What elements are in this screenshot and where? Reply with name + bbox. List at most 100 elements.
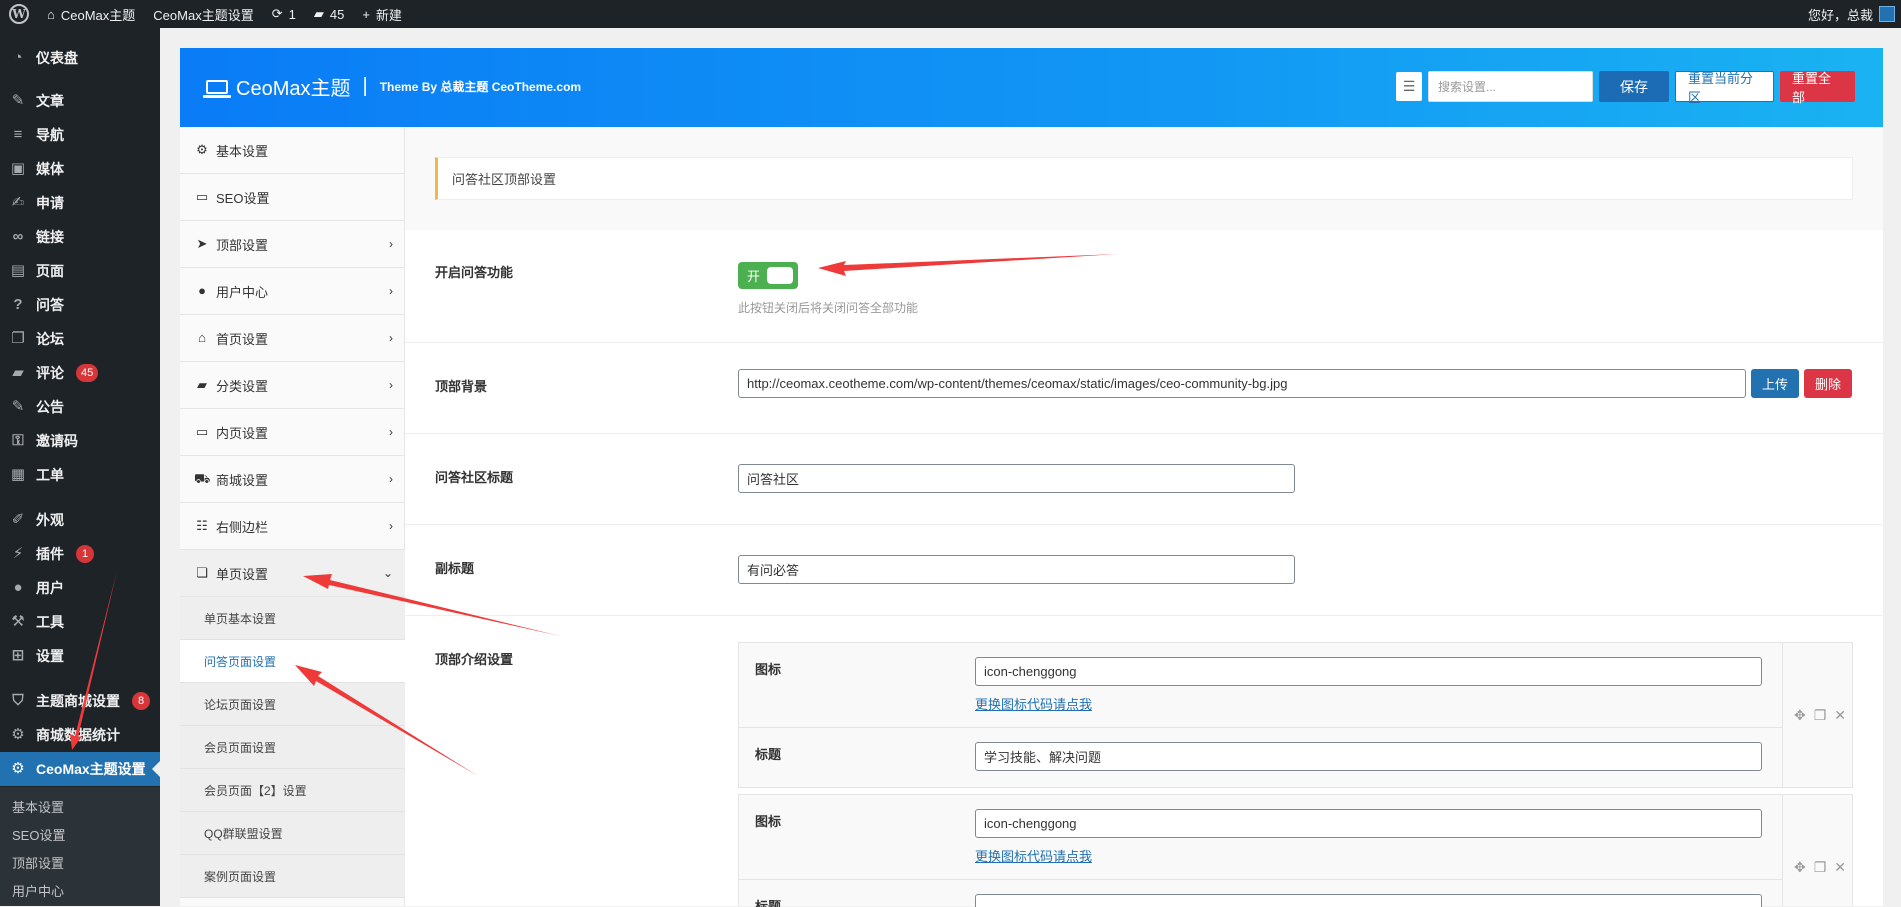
plugin-icon: ⚡ bbox=[12, 545, 24, 562]
icon-input[interactable]: icon-chenggong bbox=[975, 809, 1762, 838]
sidebar-item-theme-shop[interactable]: ⛉ 主题商城设置 8 bbox=[0, 684, 160, 718]
submenu-basic[interactable]: 基本设置 bbox=[12, 797, 64, 816]
refresh-icon: ⟳ bbox=[271, 6, 283, 21]
save-button[interactable]: 保存 bbox=[1599, 71, 1669, 102]
close-icon[interactable]: ✕ bbox=[1834, 859, 1846, 876]
updates-count: 1 bbox=[288, 6, 296, 22]
sidebar-item-plugins[interactable]: ⚡ 插件 1 bbox=[0, 537, 160, 571]
delete-button[interactable]: 删除 bbox=[1804, 369, 1852, 398]
dashboard-icon: ◔ bbox=[13, 49, 23, 66]
nav-inner-settings[interactable]: ▭ 内页设置 › bbox=[180, 409, 405, 456]
avatar bbox=[1879, 6, 1895, 22]
nav-basic-settings[interactable]: ⚙ 基本设置 bbox=[180, 127, 405, 174]
nav-sub-qq-group[interactable]: QQ群联盟设置 bbox=[180, 812, 405, 855]
sidebar-item-appearance[interactable]: ✐ 外观 bbox=[0, 503, 160, 537]
my-account[interactable]: 您好，总裁 bbox=[1808, 5, 1901, 24]
qa-title-input[interactable]: 问答社区 bbox=[738, 464, 1295, 493]
sidebar-item-pages[interactable]: ▤ 页面 bbox=[0, 254, 160, 288]
chevron-right-icon: › bbox=[389, 425, 393, 439]
sidebar-item-links[interactable]: ∞ 链接 bbox=[0, 220, 160, 254]
nav-sub-member-page-2[interactable]: 会员页面【2】设置 bbox=[180, 769, 405, 812]
nav-user-center[interactable]: ● 用户中心 › bbox=[180, 268, 405, 315]
sidebar-item-comments[interactable]: ▰ 评论 45 bbox=[0, 356, 160, 390]
sidebar-item-shop-stats[interactable]: ⚙ 商城数据统计 bbox=[0, 718, 160, 752]
group-row-title: 标题 bbox=[739, 880, 1783, 907]
media-icon: ▣ bbox=[10, 160, 26, 177]
move-icon[interactable]: ✥ bbox=[1794, 859, 1806, 876]
nav-top-settings[interactable]: ➤ 顶部设置 › bbox=[180, 221, 405, 268]
comments-link[interactable]: ▰ 45 bbox=[305, 0, 353, 28]
group-field-label: 图标 bbox=[755, 814, 782, 829]
sidebar-item-dashboard[interactable]: ◔ 仪表盘 bbox=[0, 41, 160, 75]
nav-label: 右侧边栏 bbox=[216, 519, 269, 535]
sidebar-label: 用户 bbox=[36, 580, 64, 596]
nav-sub-single-basic[interactable]: 单页基本设置 bbox=[180, 597, 405, 640]
nav-home-settings[interactable]: ⌂ 首页设置 › bbox=[180, 315, 405, 362]
subtitle-input[interactable]: 有问必答 bbox=[738, 555, 1295, 584]
updates-link[interactable]: ⟳ 1 bbox=[263, 0, 305, 28]
nav-sub-member-page[interactable]: 会员页面设置 bbox=[180, 726, 405, 769]
reset-section-button[interactable]: 重置当前分区 bbox=[1675, 71, 1774, 105]
change-icon-link[interactable]: 更换图标代码请点我 bbox=[975, 846, 1092, 865]
submenu-top[interactable]: 顶部设置 bbox=[12, 853, 64, 872]
reset-all-button[interactable]: 重置全部 bbox=[1780, 71, 1855, 105]
nav-label: 商城设置 bbox=[216, 472, 269, 488]
title-input[interactable] bbox=[975, 894, 1762, 907]
clone-icon[interactable]: ❐ bbox=[1814, 707, 1827, 724]
sidebar-label: 页面 bbox=[36, 263, 64, 279]
close-icon[interactable]: ✕ bbox=[1834, 707, 1846, 724]
greeting-text: 您好，总裁 bbox=[1807, 7, 1873, 23]
upload-button[interactable]: 上传 bbox=[1751, 369, 1799, 398]
icon-input[interactable]: icon-chenggong bbox=[975, 657, 1762, 686]
sidebar-item-settings[interactable]: ⊞ 设置 bbox=[0, 639, 160, 673]
field-qa-title: 问答社区标题 问答社区 bbox=[405, 434, 1883, 525]
sidebar-item-ticket[interactable]: ▦ 工单 bbox=[0, 458, 160, 492]
move-icon[interactable]: ✥ bbox=[1794, 707, 1806, 724]
forum-icon: ❐ bbox=[11, 330, 25, 347]
sidebar-label: 媒体 bbox=[36, 161, 64, 177]
sidebar-item-posts[interactable]: ✎ 文章 bbox=[0, 84, 160, 118]
theme-shop-badge: 8 bbox=[132, 692, 150, 710]
submenu-user-center[interactable]: 用户中心 bbox=[12, 881, 64, 900]
nav-sub-forum-page[interactable]: 论坛页面设置 bbox=[180, 683, 405, 726]
clone-icon[interactable]: ❐ bbox=[1814, 859, 1827, 876]
sidebar-item-users[interactable]: ● 用户 bbox=[0, 571, 160, 605]
nav-right-sidebar[interactable]: ☷ 右侧边栏 › bbox=[180, 503, 405, 550]
sidebar-item-apply[interactable]: ✍ 申请 bbox=[0, 186, 160, 220]
nav-label: 基本设置 bbox=[216, 143, 269, 159]
edit-icon: ✍ bbox=[11, 194, 25, 211]
theme-settings-link[interactable]: CeoMax主题设置 bbox=[144, 0, 262, 28]
sidebar-label: 工具 bbox=[36, 614, 64, 630]
qa-switch-toggle[interactable]: 开 bbox=[738, 262, 798, 289]
submenu-seo[interactable]: SEO设置 bbox=[12, 825, 65, 844]
chevron-right-icon: › bbox=[389, 237, 393, 251]
sidebar-label: 论坛 bbox=[36, 331, 64, 347]
sidebar-label: 导航 bbox=[36, 127, 64, 143]
nav-sub-qa-page[interactable]: 问答页面设置 bbox=[180, 640, 405, 683]
nav-sub-case-page[interactable]: 案例页面设置 bbox=[180, 855, 405, 898]
user-icon: ● bbox=[13, 579, 23, 596]
expand-all-icon[interactable]: ☰ bbox=[1396, 72, 1422, 101]
change-icon-link[interactable]: 更换图标代码请点我 bbox=[975, 694, 1092, 713]
sidebar-item-navigation[interactable]: ≡ 导航 bbox=[0, 118, 160, 152]
nav-seo-settings[interactable]: ▭ SEO设置 bbox=[180, 174, 405, 221]
sidebar-item-qa[interactable]: ? 问答 bbox=[0, 288, 160, 322]
sidebar-item-ceomax-settings[interactable]: ⚙ CeoMax主题设置 bbox=[0, 752, 160, 786]
brush-icon: ✐ bbox=[11, 511, 25, 528]
nav-shop-settings[interactable]: ⛟ 商城设置 › bbox=[180, 456, 405, 503]
site-name-link[interactable]: ⌂ CeoMax主题 bbox=[38, 0, 144, 28]
nav-category-settings[interactable]: ▰ 分类设置 › bbox=[180, 362, 405, 409]
sidebar-item-invite[interactable]: ⚿ 邀请码 bbox=[0, 424, 160, 458]
nav-single-page-settings[interactable]: ❏ 单页设置 ⌄ bbox=[180, 550, 405, 597]
search-settings-input[interactable]: 搜索设置... bbox=[1428, 71, 1593, 102]
background-url-input[interactable]: http://ceomax.ceotheme.com/wp-content/th… bbox=[738, 369, 1746, 398]
gear-icon: ⚙ bbox=[11, 760, 25, 777]
sidebar-label: CeoMax主题设置 bbox=[36, 761, 146, 777]
wordpress-menu[interactable]: W bbox=[0, 0, 38, 28]
sidebar-item-forum[interactable]: ❐ 论坛 bbox=[0, 322, 160, 356]
sidebar-item-tools[interactable]: ⚒ 工具 bbox=[0, 605, 160, 639]
sidebar-item-notice[interactable]: ✎ 公告 bbox=[0, 390, 160, 424]
new-content-link[interactable]: + 新建 bbox=[353, 0, 411, 28]
sidebar-item-media[interactable]: ▣ 媒体 bbox=[0, 152, 160, 186]
title-input[interactable]: 学习技能、解决问题 bbox=[975, 742, 1762, 771]
